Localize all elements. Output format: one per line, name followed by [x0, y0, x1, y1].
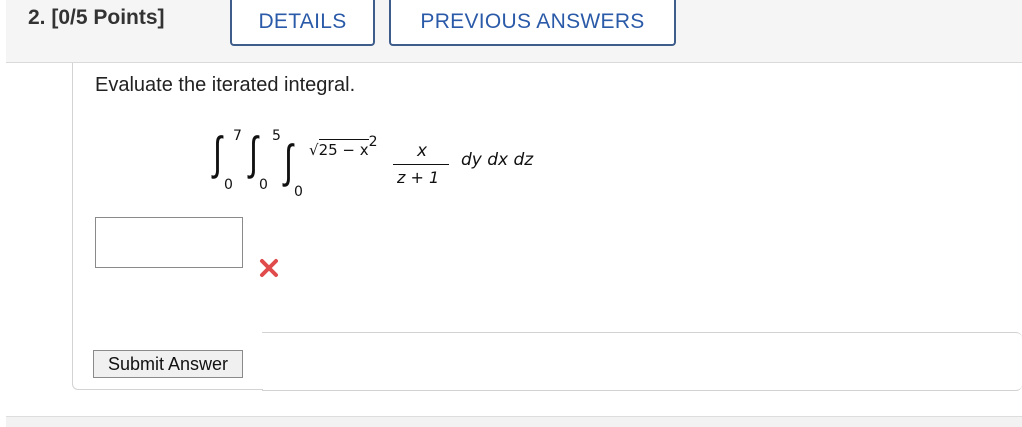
radicand: 25 − x	[318, 139, 369, 159]
question-prompt: Evaluate the iterated integral.	[95, 74, 356, 96]
next-question-header	[6, 416, 1022, 427]
outer-upper-limit: 7	[233, 128, 242, 144]
question-title: 2. [0/5 Points]	[28, 6, 165, 29]
fraction-numerator: x	[417, 141, 428, 161]
inner-upper-limit: √25 − x2	[309, 134, 378, 159]
question-panel-right	[262, 332, 1022, 391]
inner-lower-limit: 0	[294, 184, 303, 200]
middle-integral-sign: ∫	[249, 126, 258, 180]
differentials: dy dx dz	[461, 150, 534, 170]
fraction-denominator: z + 1	[397, 168, 439, 187]
inner-integral-sign: ∫	[284, 134, 293, 188]
fraction-bar	[393, 164, 449, 165]
denominator-text: z + 1	[397, 168, 440, 187]
exponent: 2	[368, 134, 378, 150]
details-button[interactable]: DETAILS	[230, 0, 375, 46]
previous-answers-button[interactable]: PREVIOUS ANSWERS	[389, 0, 676, 46]
middle-lower-limit: 0	[259, 177, 268, 193]
red-x-icon	[260, 259, 278, 277]
answer-input[interactable]	[95, 217, 243, 268]
outer-lower-limit: 0	[224, 177, 233, 193]
outer-integral-sign: ∫	[213, 126, 222, 180]
middle-upper-limit: 5	[272, 128, 281, 144]
submit-answer-button[interactable]: Submit Answer	[93, 350, 243, 378]
